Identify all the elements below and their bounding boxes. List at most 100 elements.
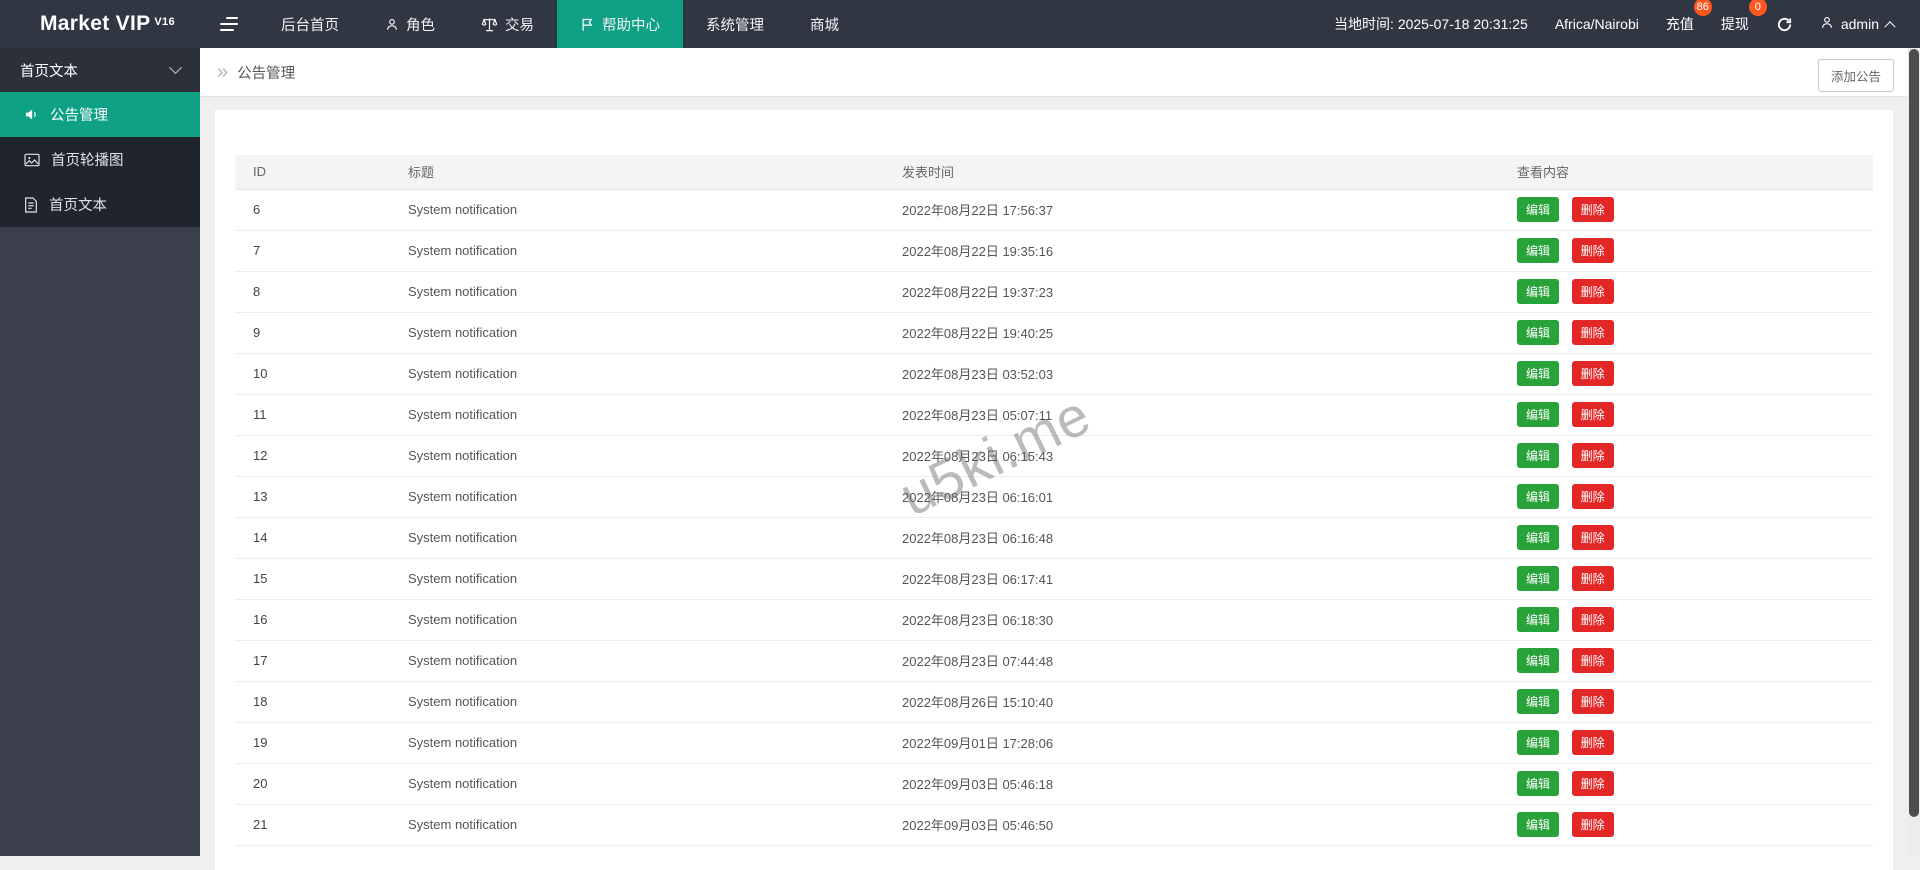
sidebar-toggle-icon[interactable] [200, 0, 258, 48]
cell-actions: 编辑 删除 [1499, 271, 1873, 313]
cell-time: 2022年08月23日 05:07:11 [884, 394, 1499, 436]
cell-id: 6 [235, 189, 390, 231]
logo-version: V16 [154, 16, 175, 28]
delete-button[interactable]: 删除 [1571, 607, 1614, 632]
table-card: ID 标题 发表时间 查看内容 6 System notification 20… [215, 110, 1893, 870]
edit-button[interactable]: 编辑 [1517, 484, 1560, 509]
scrollbar-thumb[interactable] [1909, 49, 1919, 817]
edit-button[interactable]: 编辑 [1517, 730, 1560, 755]
user-name: admin [1840, 16, 1879, 32]
edit-button[interactable]: 编辑 [1517, 566, 1560, 591]
scales-icon [481, 17, 498, 32]
edit-button[interactable]: 编辑 [1517, 525, 1560, 550]
edit-button[interactable]: 编辑 [1517, 689, 1560, 714]
cell-actions: 编辑 删除 [1499, 640, 1873, 682]
table-row: 11 System notification 2022年08月23日 05:07… [235, 394, 1873, 436]
sidebar-menu: 公告管理 首页轮播图 首页文本 [0, 92, 200, 227]
sidebar-item-home-text[interactable]: 首页文本 [0, 182, 200, 227]
delete-button[interactable]: 删除 [1571, 689, 1614, 714]
cell-id: 18 [235, 681, 390, 723]
cell-actions: 编辑 删除 [1499, 722, 1873, 764]
delete-button[interactable]: 删除 [1571, 320, 1614, 345]
edit-button[interactable]: 编辑 [1517, 771, 1560, 796]
announcement-icon [24, 107, 39, 122]
recharge-link[interactable]: 充值 86 [1666, 0, 1712, 38]
cell-id: 19 [235, 722, 390, 764]
edit-button[interactable]: 编辑 [1517, 648, 1560, 673]
sidebar-item-announcement-manage[interactable]: 公告管理 [0, 92, 200, 137]
sidebar: 首页文本 公告管理 首页轮播图 首页文本 [0, 48, 200, 856]
edit-button[interactable]: 编辑 [1517, 361, 1560, 386]
edit-button[interactable]: 编辑 [1517, 197, 1560, 222]
sidebar-item-label: 首页轮播图 [51, 153, 124, 169]
breadcrumb-bar: » 公告管理 添加公告 [200, 48, 1908, 97]
user-icon [385, 17, 399, 32]
nav-item-help-center[interactable]: 帮助中心 [557, 0, 683, 48]
cell-actions: 编辑 删除 [1499, 189, 1873, 231]
sidebar-item-home-carousel[interactable]: 首页轮播图 [0, 137, 200, 182]
nav-item-dashboard[interactable]: 后台首页 [258, 0, 362, 48]
cell-time: 2022年08月22日 19:37:23 [884, 271, 1499, 313]
cell-actions: 编辑 删除 [1499, 394, 1873, 436]
delete-button[interactable]: 删除 [1571, 812, 1614, 837]
table-row: 13 System notification 2022年08月23日 06:16… [235, 476, 1873, 518]
cell-title: System notification [390, 558, 884, 600]
table-row: 16 System notification 2022年08月23日 06:18… [235, 599, 1873, 641]
nav-item-roles[interactable]: 角色 [362, 0, 458, 48]
timezone: Africa/Nairobi [1554, 16, 1639, 32]
cell-time: 2022年08月23日 03:52:03 [884, 353, 1499, 395]
cell-actions: 编辑 删除 [1499, 476, 1873, 518]
edit-button[interactable]: 编辑 [1517, 443, 1560, 468]
cell-id: 16 [235, 599, 390, 641]
cell-id: 9 [235, 312, 390, 354]
table-row: 17 System notification 2022年08月23日 07:44… [235, 640, 1873, 682]
delete-button[interactable]: 删除 [1571, 361, 1614, 386]
edit-button[interactable]: 编辑 [1517, 279, 1560, 304]
delete-button[interactable]: 删除 [1571, 402, 1614, 427]
nav-item-trade[interactable]: 交易 [458, 0, 557, 48]
cell-time: 2022年08月23日 06:16:01 [884, 476, 1499, 518]
delete-button[interactable]: 删除 [1571, 525, 1614, 550]
cell-actions: 编辑 删除 [1499, 435, 1873, 477]
cell-time: 2022年08月23日 07:44:48 [884, 640, 1499, 682]
top-navbar: Market VIP V16 后台首页 角色 交易 帮助中心 系统管理 商城 当… [0, 0, 1920, 48]
delete-button[interactable]: 删除 [1571, 238, 1614, 263]
edit-button[interactable]: 编辑 [1517, 402, 1560, 427]
user-menu[interactable]: admin [1820, 15, 1896, 33]
navbar-right: 当地时间: 2025-07-18 20:31:25 Africa/Nairobi… [1334, 0, 1920, 48]
chevron-up-icon [1884, 21, 1896, 33]
delete-button[interactable]: 删除 [1571, 279, 1614, 304]
cell-id: 8 [235, 271, 390, 313]
content-area: ID 标题 发表时间 查看内容 6 System notification 20… [200, 97, 1908, 870]
edit-button[interactable]: 编辑 [1517, 812, 1560, 837]
carousel-icon [24, 153, 40, 167]
edit-button[interactable]: 编辑 [1517, 320, 1560, 345]
add-announcement-button[interactable]: 添加公告 [1817, 59, 1894, 92]
refresh-icon[interactable] [1776, 16, 1793, 33]
vertical-scrollbar[interactable] [1908, 48, 1920, 856]
edit-button[interactable]: 编辑 [1517, 607, 1560, 632]
cell-title: System notification [390, 804, 884, 846]
edit-button[interactable]: 编辑 [1517, 238, 1560, 263]
delete-button[interactable]: 删除 [1571, 197, 1614, 222]
table-row: 19 System notification 2022年09月01日 17:28… [235, 722, 1873, 764]
delete-button[interactable]: 删除 [1571, 648, 1614, 673]
table-row: 9 System notification 2022年08月22日 19:40:… [235, 312, 1873, 354]
cell-time: 2022年09月03日 05:46:18 [884, 763, 1499, 805]
delete-button[interactable]: 删除 [1571, 730, 1614, 755]
sidebar-group-header[interactable]: 首页文本 [0, 48, 200, 92]
nav-item-system[interactable]: 系统管理 [683, 0, 787, 48]
delete-button[interactable]: 删除 [1571, 484, 1614, 509]
delete-button[interactable]: 删除 [1571, 771, 1614, 796]
table-row: 20 System notification 2022年09月03日 05:46… [235, 763, 1873, 805]
double-chevron-icon: » [217, 61, 229, 83]
nav-item-mall[interactable]: 商城 [787, 0, 862, 48]
delete-button[interactable]: 删除 [1571, 443, 1614, 468]
cell-title: System notification [390, 722, 884, 764]
withdraw-link[interactable]: 提现 0 [1721, 0, 1767, 38]
delete-button[interactable]: 删除 [1571, 566, 1614, 591]
app-logo[interactable]: Market VIP V16 [0, 0, 200, 48]
table-row: 15 System notification 2022年08月23日 06:17… [235, 558, 1873, 600]
cell-actions: 编辑 删除 [1499, 558, 1873, 600]
cell-id: 11 [235, 394, 390, 436]
